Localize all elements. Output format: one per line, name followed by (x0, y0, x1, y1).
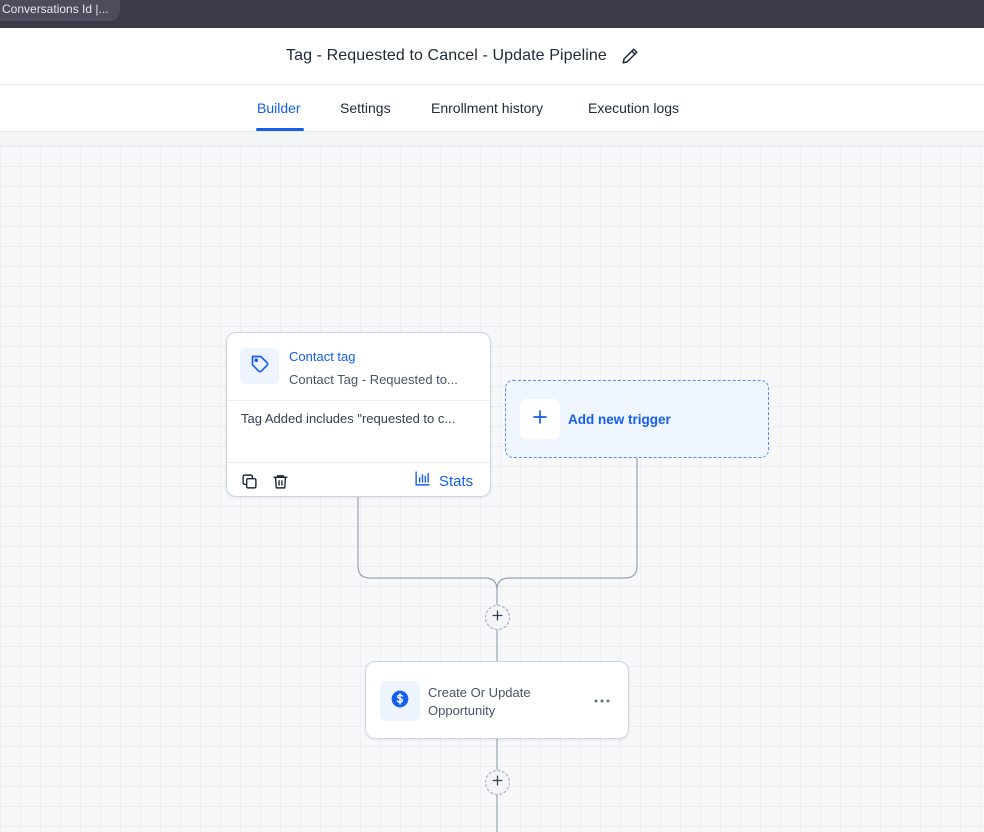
tab-bar: Builder Settings Enrollment history Exec… (0, 85, 984, 132)
trigger-subtitle: Contact Tag - Requested to... (289, 372, 458, 387)
canvas-toolbar-strip (0, 132, 984, 146)
copy-icon[interactable] (239, 471, 259, 491)
add-trigger-label: Add new trigger (568, 412, 671, 427)
tab-execution-logs[interactable]: Execution logs (588, 100, 679, 116)
tab-enrollment-history[interactable]: Enrollment history (431, 100, 543, 116)
title-wrap: Tag - Requested to Cancel - Update Pipel… (286, 47, 639, 65)
add-trigger-plus-box (520, 399, 560, 439)
tab-builder[interactable]: Builder (257, 100, 301, 116)
plus-icon (491, 774, 504, 792)
workflow-title: Tag - Requested to Cancel - Update Pipel… (286, 47, 607, 64)
trigger-icon-box (240, 348, 279, 384)
plus-icon (491, 609, 504, 627)
tab-settings[interactable]: Settings (340, 100, 391, 116)
trigger-title: Contact tag (289, 349, 356, 364)
browser-tab[interactable]: Conversations Id |... (0, 0, 120, 21)
workflow-header: Tag - Requested to Cancel - Update Pipel… (0, 28, 984, 85)
action-card-create-update-opportunity[interactable]: Create Or Update Opportunity (365, 661, 629, 739)
plus-icon (531, 408, 549, 431)
pencil-icon[interactable] (621, 47, 639, 65)
action-title: Create Or Update Opportunity (428, 685, 531, 718)
divider (227, 462, 490, 463)
active-tab-indicator (256, 128, 304, 131)
add-step-button[interactable] (485, 770, 510, 795)
divider (227, 400, 490, 401)
stats-button[interactable]: Stats (414, 470, 473, 492)
more-options-icon[interactable] (592, 691, 612, 711)
trash-icon[interactable] (270, 471, 290, 491)
add-step-button[interactable] (485, 605, 510, 630)
add-new-trigger-button[interactable]: Add new trigger (505, 380, 769, 458)
action-icon-box (380, 681, 420, 721)
stats-label: Stats (439, 472, 474, 490)
bar-chart-icon (414, 470, 431, 492)
trigger-card-contact-tag[interactable]: Contact tag Contact Tag - Requested to..… (226, 332, 491, 497)
trigger-condition: Tag Added includes "requested to c... (241, 411, 456, 426)
dollar-icon (390, 689, 410, 714)
browser-topbar: Conversations Id |... (0, 0, 984, 28)
tag-icon (250, 354, 270, 379)
